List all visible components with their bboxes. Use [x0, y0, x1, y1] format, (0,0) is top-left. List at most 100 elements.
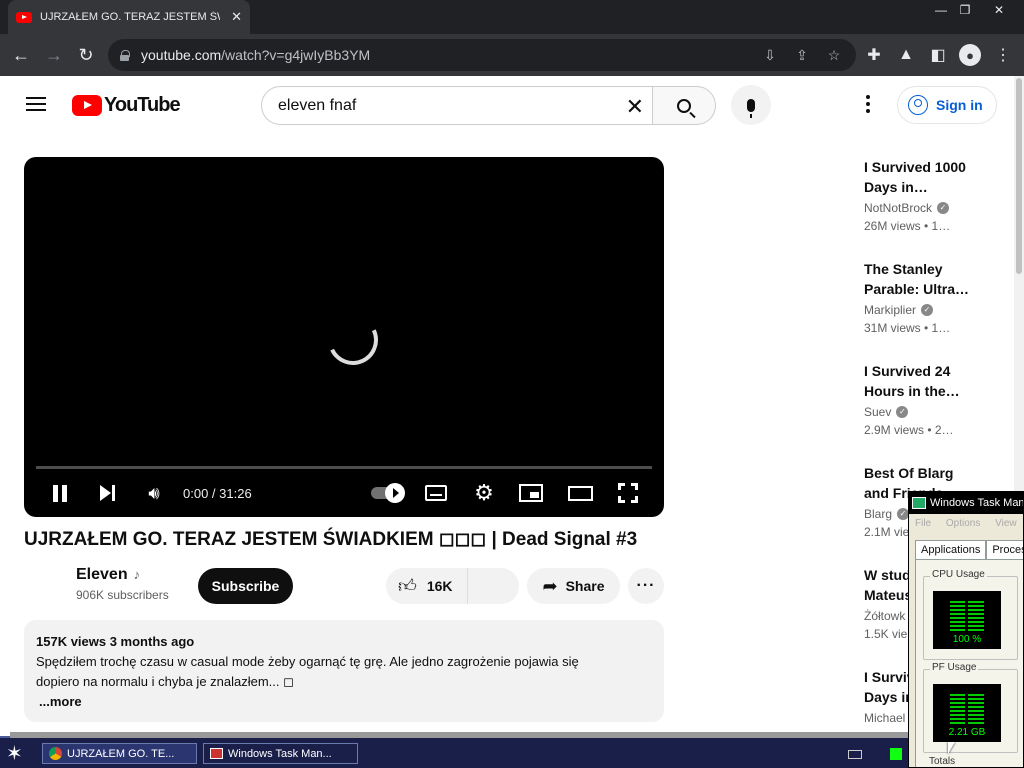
music-note-icon: ♪: [133, 567, 141, 582]
install-app-icon[interactable]: ⇩: [760, 45, 780, 65]
labs-flask-icon[interactable]: ▲: [893, 42, 919, 68]
youtube-logo[interactable]: YouTube: [72, 94, 181, 116]
video-player[interactable]: 🔊︎ 0:00 / 31:26 ⚙: [24, 157, 664, 517]
youtube-favicon-icon: [16, 11, 32, 23]
recommendation-item[interactable]: The Stanley Parable: Ultra… Markiplier ✓ 3…: [864, 259, 1014, 335]
restore-icon[interactable]: ❐: [950, 0, 980, 20]
taskbar-item-label: UJRZAŁEM GO. TE...: [67, 747, 175, 760]
subscribe-button[interactable]: Subscribe: [198, 568, 293, 604]
thumbs-up-icon: 👍︎: [398, 576, 417, 596]
keyboard-tray-icon[interactable]: [848, 750, 862, 759]
browser-tab[interactable]: UJRZAŁEM GO. TERAZ JESTEM ŚWIADKIEM ✕: [8, 0, 250, 34]
horizontal-scrollbar[interactable]: [10, 732, 908, 738]
cpu-usage-group: CPU Usage 100 %: [923, 569, 1018, 660]
tab-close-icon[interactable]: ✕: [231, 9, 242, 25]
recommendation-views: 2.9M views • 2…: [864, 423, 954, 437]
menu-view[interactable]: View: [995, 518, 1017, 529]
recommendation-title: The Stanley Parable: Ultra…: [864, 261, 970, 297]
address-bar[interactable]: youtube.com/watch?v=g4jwIyBb3YM ⇩ ⇪ ☆: [108, 39, 856, 71]
task-manager-icon: [912, 497, 926, 509]
search-icon: [677, 98, 691, 113]
menu-options[interactable]: Options: [946, 518, 980, 529]
taskbar-item-label: Windows Task Man...: [228, 747, 332, 760]
recommendation-channel: Markiplier ✓: [864, 303, 1014, 317]
channel-name[interactable]: Eleven ♪: [76, 566, 140, 584]
search-button[interactable]: [652, 86, 716, 125]
task-manager-icon: [210, 748, 223, 759]
account-circle-icon: [908, 95, 928, 115]
youtube-masthead: YouTube eleven fnaf ✕ Sign in: [0, 76, 1024, 134]
window-close-icon[interactable]: ✕: [984, 0, 1014, 20]
cpu-usage-label: CPU Usage: [930, 569, 987, 580]
cpu-usage-value: 100 %: [952, 634, 982, 645]
sign-in-button[interactable]: Sign in: [897, 86, 997, 124]
settings-more-icon[interactable]: [866, 95, 872, 115]
pf-usage-bars: [950, 694, 984, 724]
share-page-icon[interactable]: ⇪: [792, 45, 812, 65]
windows-taskbar: ✶ UJRZAŁEM GO. TE... Windows Task Man...: [0, 732, 908, 768]
miniplayer-icon[interactable]: [518, 479, 544, 507]
clear-search-icon[interactable]: ✕: [626, 94, 644, 120]
browser-tab-bar: UJRZAŁEM GO. TERAZ JESTEM ŚWIADKIEM ✕ — …: [0, 0, 1024, 34]
recommendation-item[interactable]: I Survived 24 Hours in the… Suev ✓ 2.9M vi…: [864, 361, 1014, 437]
bookmark-star-icon[interactable]: ☆: [824, 45, 844, 65]
hamburger-menu-icon[interactable]: [26, 97, 46, 111]
dislike-button[interactable]: [467, 568, 519, 604]
fullscreen-icon[interactable]: [616, 479, 640, 507]
menu-file[interactable]: File: [915, 518, 931, 529]
tab-processes[interactable]: Processes: [986, 540, 1023, 559]
like-button[interactable]: 👍︎ 16K: [386, 568, 467, 604]
cpu-usage-bars: [950, 601, 984, 631]
taskbar-item-task-manager[interactable]: Windows Task Man...: [203, 743, 358, 764]
description-box[interactable]: 157K views 3 months ago Spędziłem trochę…: [24, 620, 664, 722]
task-manager-titlebar[interactable]: Windows Task Manager: [909, 492, 1023, 514]
progress-bar[interactable]: [36, 466, 652, 469]
recommendation-item[interactable]: I Survived 1000 Days in… NotNotBrock ✓ 26M…: [864, 157, 1014, 233]
pf-usage-label: PF Usage: [930, 662, 979, 673]
cpu-meter-tray-icon[interactable]: [890, 748, 902, 760]
tab-applications[interactable]: Applications: [915, 540, 987, 559]
browser-menu-icon[interactable]: ⋮: [990, 42, 1016, 68]
url-path: /watch?v=g4jwIyBb3YM: [221, 47, 371, 63]
like-count: 16K: [426, 578, 453, 594]
pf-usage-value: 2.21 GB: [948, 727, 986, 738]
task-manager-tabs: ApplicationsProcesses: [915, 540, 1023, 559]
forward-arrow-icon[interactable]: →: [41, 42, 67, 68]
profile-avatar-icon[interactable]: ●: [959, 44, 981, 66]
lock-icon: [120, 49, 130, 61]
show-more-link[interactable]: ...more: [39, 692, 652, 712]
extensions-puzzle-icon[interactable]: ✚: [861, 42, 887, 68]
start-button-icon[interactable]: ✶: [6, 741, 32, 765]
share-button[interactable]: ➦ Share: [527, 568, 620, 604]
task-manager-title: Windows Task Manager: [930, 497, 1024, 509]
pf-usage-meter: 2.21 GB: [933, 684, 1001, 742]
autoplay-toggle[interactable]: [368, 479, 405, 507]
share-label: Share: [565, 578, 605, 594]
verified-badge-icon: ✓: [937, 202, 950, 214]
browser-toolbar: ← → ↻ youtube.com/watch?v=g4jwIyBb3YM ⇩ …: [0, 34, 1024, 76]
sign-in-label: Sign in: [936, 97, 983, 113]
search-input[interactable]: eleven fnaf ✕: [261, 86, 653, 125]
subtitles-icon[interactable]: [424, 479, 448, 507]
side-panel-icon[interactable]: ◧: [925, 42, 951, 68]
scrollbar-thumb[interactable]: [1016, 78, 1022, 274]
taskbar-item-chrome[interactable]: UJRZAŁEM GO. TE...: [42, 743, 197, 764]
channel-name-text: Eleven: [76, 566, 128, 583]
time-display: 0:00 / 31:26: [183, 485, 252, 501]
youtube-play-logo-icon: [72, 94, 102, 116]
recommendation-channel: NotNotBrock ✓: [864, 201, 1014, 215]
volume-icon[interactable]: 🔊︎: [142, 479, 166, 507]
more-actions-button[interactable]: ···: [628, 568, 664, 604]
back-arrow-icon[interactable]: ←: [8, 42, 34, 68]
next-video-button[interactable]: [96, 479, 118, 507]
task-manager-window[interactable]: Windows Task Manager File Options View A…: [908, 491, 1024, 768]
voice-search-button[interactable]: [731, 85, 771, 125]
settings-gear-icon[interactable]: ⚙: [471, 479, 497, 507]
reload-icon[interactable]: ↻: [73, 42, 99, 68]
video-title: UJRZAŁEM GO. TERAZ JESTEM ŚWIADKIEM ◻◻◻ …: [24, 529, 638, 550]
theater-mode-icon[interactable]: [566, 479, 594, 507]
loading-spinner-icon: [320, 307, 386, 373]
pause-button[interactable]: [50, 479, 70, 507]
microphone-icon: [747, 98, 755, 118]
tab-title: UJRZAŁEM GO. TERAZ JESTEM ŚWIADKIEM: [40, 11, 220, 23]
